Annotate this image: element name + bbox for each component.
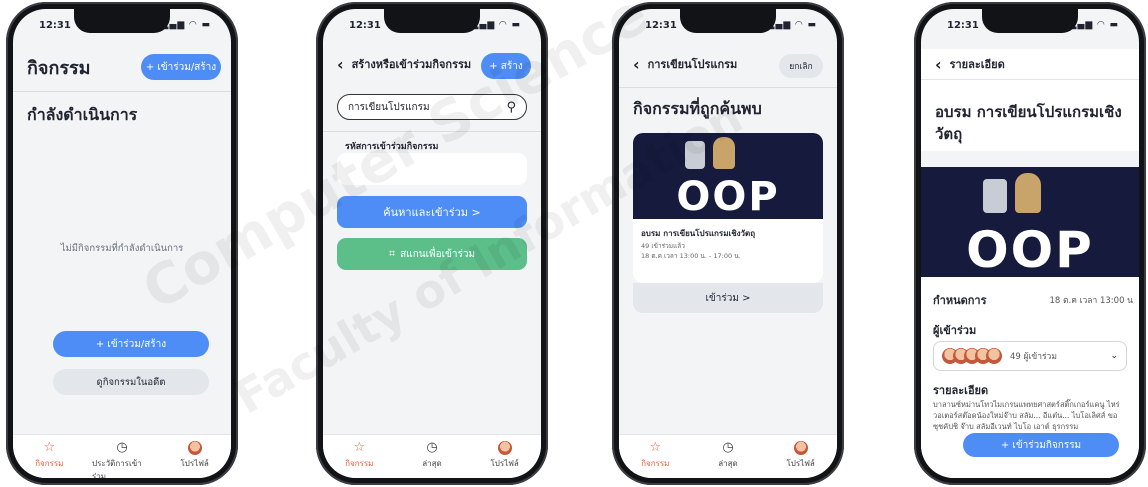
scan-to-join-button[interactable]: ⌗ สแกนเพื่อเข้าร่วม: [337, 238, 527, 270]
empty-state-text: ไม่มีกิจกรรมที่กำลังดำเนินการ: [60, 243, 184, 254]
event-datetime: 18 ต.ค เวลา 13:00 น. - 17:00 น.: [641, 252, 741, 260]
join-event-button[interactable]: เข้าร่วม >: [633, 283, 823, 313]
tab-bar: ☆ กิจกรรม ◷ ล่าสุด โปรไฟล์: [619, 434, 837, 478]
phone-create-join: 12:31 ▂▄▆ ◠ ▬ ‹ สร้างหรือเข้าร่วมกิจกรรม…: [316, 2, 548, 485]
cover-word: OOP: [966, 221, 1094, 277]
search-input-value: การเขียนโปรแกรม: [348, 101, 430, 113]
tab-history[interactable]: ◷ ประวัติการเข้าร่วม: [91, 440, 152, 479]
tab-bar: ☆ กิจกรรม ◷ ล่าสุด โปรไฟล์: [323, 434, 541, 478]
screen: 12:31 ▂▄▆ ◠ ▬ ‹ สร้างหรือเข้าร่วมกิจกรรม…: [323, 9, 541, 478]
status-time: 12:31: [947, 19, 979, 31]
page-title: รายละเอียด: [949, 58, 1005, 71]
search-and-join-button[interactable]: ค้นหาและเข้าร่วม >: [337, 196, 527, 228]
robot-figure: [685, 141, 705, 169]
event-cover-image: OOP: [633, 133, 823, 219]
search-input[interactable]: การเขียนโปรแกรม ⚲: [337, 94, 527, 120]
notch: [384, 9, 480, 33]
profile-avatar-icon: [497, 441, 512, 457]
tab-label: กิจกรรม: [35, 459, 64, 468]
tab-label: โปรไฟล์: [786, 459, 815, 468]
tab-label: โปรไฟล์: [490, 459, 519, 468]
history-icon: ◷: [722, 440, 734, 455]
status-time: 12:31: [39, 19, 71, 31]
tab-profile[interactable]: โปรไฟล์: [165, 441, 225, 470]
tab-label: ล่าสุด: [422, 459, 442, 468]
profile-avatar-icon: [793, 441, 808, 457]
qr-scan-icon: ⌗: [388, 247, 396, 260]
event-title: อบรม การเขียนโปรแกรมเชิงวัตถุ: [641, 229, 756, 238]
join-activity-button[interactable]: + เข้าร่วมกิจกรรม: [963, 433, 1119, 457]
tab-bar: ☆ กิจกรรม ◷ ประวัติการเข้าร่วม โปรไฟล์: [13, 434, 231, 478]
back-chevron-icon[interactable]: ‹: [337, 55, 344, 74]
divider: [13, 91, 231, 92]
section-title: กำลังดำเนินการ: [27, 105, 138, 124]
tab-activities[interactable]: ☆ กิจกรรม: [329, 441, 389, 470]
joined-count: 49 เข้าร่วมแล้ว: [641, 242, 685, 250]
explorer-figure: [713, 137, 735, 169]
screen: 12:31 ▂▄▆ ◠ ▬ ‹ การเขียนโปรแกรม ยกเลิก ก…: [619, 9, 837, 478]
tab-profile[interactable]: โปรไฟล์: [475, 441, 535, 470]
explorer-figure: [1015, 173, 1041, 213]
cover-word: OOP: [676, 174, 780, 219]
star-icon: ☆: [43, 440, 56, 455]
section-title: กิจกรรมที่ถูกค้นพบ: [633, 99, 762, 118]
tab-label: ประวัติการเข้าร่วม: [91, 459, 142, 478]
notch: [680, 9, 776, 33]
participants-label: ผู้เข้าร่วม: [933, 324, 977, 337]
divider: [619, 87, 837, 88]
history-icon: ◷: [116, 440, 128, 455]
page-title: การเขียนโปรแกรม: [647, 58, 738, 71]
join-create-button[interactable]: + เข้าร่วม/สร้าง: [53, 331, 209, 357]
history-icon: ◷: [426, 440, 438, 455]
nav-header: ‹ รายละเอียด: [921, 49, 1139, 79]
tab-recent[interactable]: ◷ ล่าสุด: [698, 441, 758, 470]
phone-activities: 12:31 ▂▄▆ ◠ ▬ กิจกรรม + เข้าร่วม/สร้าง ก…: [6, 2, 238, 485]
status-time: 12:31: [645, 19, 677, 31]
tab-recent[interactable]: ◷ ล่าสุด: [402, 441, 462, 470]
search-icon[interactable]: ⚲: [506, 100, 516, 115]
schedule-label: กำหนดการ: [933, 294, 987, 307]
star-icon: ☆: [649, 440, 662, 455]
page-title: สร้างหรือเข้าร่วมกิจกรรม: [351, 58, 472, 71]
create-button[interactable]: + สร้าง: [481, 53, 531, 79]
phone-search-results: 12:31 ▂▄▆ ◠ ▬ ‹ การเขียนโปรแกรม ยกเลิก ก…: [612, 2, 844, 485]
notch: [982, 9, 1078, 33]
tab-label: กิจกรรม: [641, 459, 670, 468]
tab-label: ล่าสุด: [718, 459, 738, 468]
event-cover-image: OOP: [921, 167, 1139, 277]
join-code-field[interactable]: [337, 153, 527, 185]
tab-activities[interactable]: ☆ กิจกรรม: [625, 441, 685, 470]
tab-profile[interactable]: โปรไฟล์: [771, 441, 831, 470]
page-title: กิจกรรม: [27, 58, 91, 79]
tab-label: กิจกรรม: [345, 459, 374, 468]
robot-figure: [983, 179, 1007, 213]
star-icon: ☆: [353, 440, 366, 455]
divider: [323, 131, 541, 132]
details-label: รายละเอียด: [933, 384, 989, 397]
screen: 12:31 ▂▄▆ ◠ ▬ ‹ รายละเอียด อบรม การเขียน…: [921, 9, 1139, 478]
schedule-value: 18 ต.ค เวลา 13:00 น: [1049, 296, 1134, 306]
participants-count: 49 ผู้เข้าร่วม: [1010, 352, 1057, 362]
profile-avatar-icon: [187, 441, 202, 457]
participants-dropdown[interactable]: 49 ผู้เข้าร่วม ⌄: [933, 341, 1127, 371]
back-chevron-icon[interactable]: ‹: [935, 55, 942, 74]
participant-avatars: [942, 348, 1002, 364]
tab-label: โปรไฟล์: [180, 459, 209, 468]
tab-activities[interactable]: ☆ กิจกรรม: [19, 441, 79, 470]
status-time: 12:31: [349, 19, 381, 31]
join-code-label: รหัสการเข้าร่วมกิจกรรม: [345, 142, 439, 152]
phone-event-details: 12:31 ▂▄▆ ◠ ▬ ‹ รายละเอียด อบรม การเขียน…: [914, 2, 1146, 485]
cancel-button[interactable]: ยกเลิก: [779, 54, 823, 78]
screen: 12:31 ▂▄▆ ◠ ▬ กิจกรรม + เข้าร่วม/สร้าง ก…: [13, 9, 231, 478]
scan-to-join-label: สแกนเพื่อเข้าร่วม: [400, 248, 476, 260]
past-activities-button[interactable]: ดูกิจกรรมในอดีต: [53, 369, 209, 395]
event-card[interactable]: OOP อบรม การเขียนโปรแกรมเชิงวัตถุ 49 เข้…: [633, 133, 823, 283]
back-chevron-icon[interactable]: ‹: [633, 55, 640, 74]
join-create-header-button[interactable]: + เข้าร่วม/สร้าง: [141, 54, 221, 80]
event-title: อบรม การเขียนโปรแกรมเชิงวัตถุ: [935, 103, 1122, 143]
notch: [74, 9, 170, 33]
chevron-down-icon: ⌄: [1110, 351, 1118, 361]
